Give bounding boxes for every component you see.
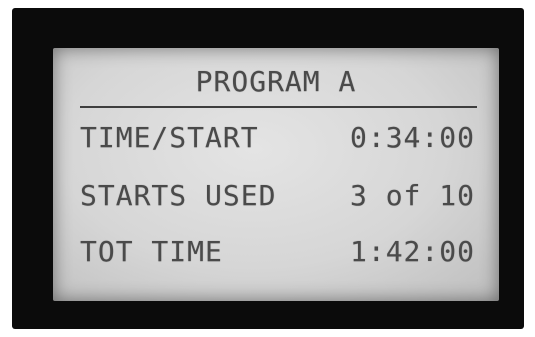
lcd-display: PROGRAM A TIME/START 0:34:00 STARTS USED… <box>53 48 499 301</box>
time-start-value: 0:34:00 <box>349 121 475 154</box>
time-start-label: TIME/START <box>80 121 259 154</box>
total-time-value: 1:42:00 <box>349 235 475 268</box>
total-time-label: TOT TIME <box>80 235 223 268</box>
controller-bezel: PROGRAM A TIME/START 0:34:00 STARTS USED… <box>12 8 524 329</box>
starts-used-label: STARTS USED <box>80 179 277 212</box>
starts-used-value: 3 of 10 <box>349 179 475 212</box>
program-title: PROGRAM A <box>195 65 357 98</box>
title-underline <box>80 106 477 108</box>
